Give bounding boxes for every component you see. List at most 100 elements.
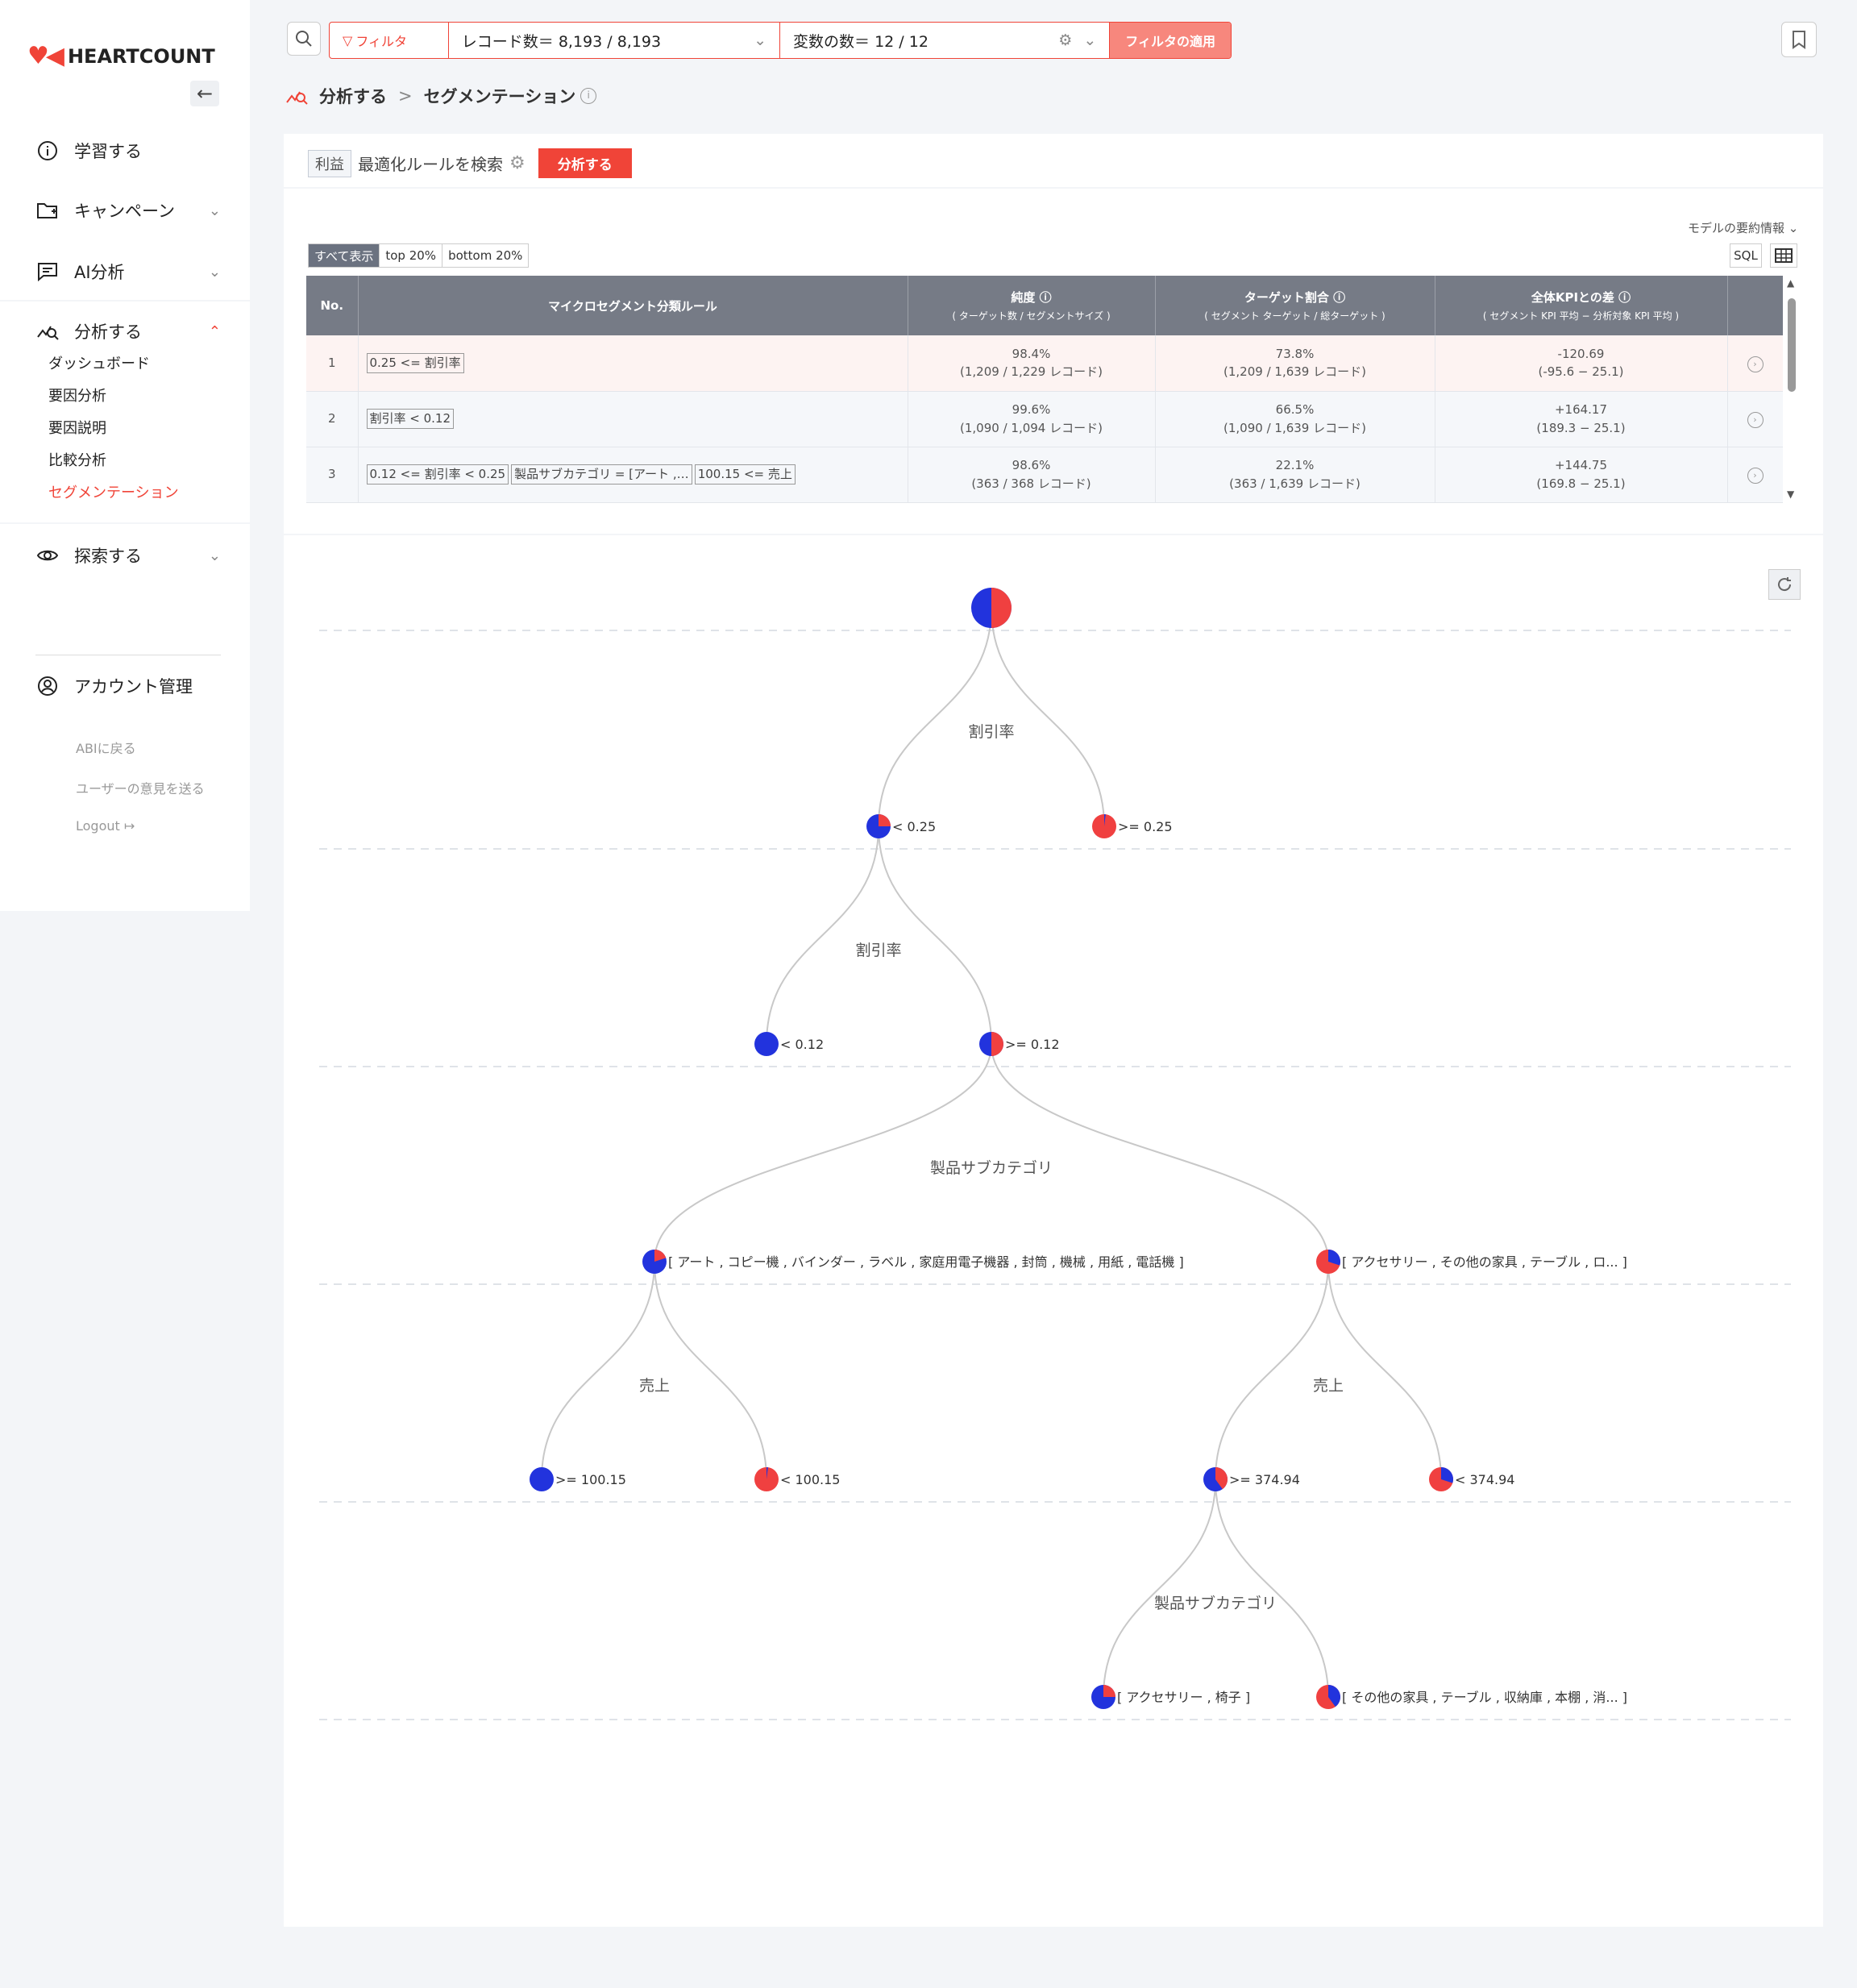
model-summary-toggle[interactable]: モデルの要約情報 ⌄ bbox=[1688, 219, 1798, 236]
col-kpi[interactable]: 全体KPIとの差 ⓘ ( セグメント KPI 平均 − 分析対象 KPI 平均 ) bbox=[1435, 276, 1728, 335]
purity-value: 98.4% bbox=[1012, 346, 1051, 361]
purity-value: 99.6% bbox=[1012, 402, 1051, 417]
row-action: › bbox=[1727, 335, 1784, 392]
breadcrumb-parent[interactable]: 分析する bbox=[319, 84, 387, 108]
row-kpi: -120.69 (-95.6 − 25.1) bbox=[1435, 335, 1728, 392]
subnav-factor-analysis[interactable]: 要因分析 bbox=[48, 385, 106, 406]
table-view-button[interactable] bbox=[1770, 243, 1797, 268]
run-analysis-button[interactable]: 分析する bbox=[538, 148, 632, 178]
tree-node[interactable]: < 100.15 bbox=[754, 1467, 840, 1491]
subnav-dashboard[interactable]: ダッシュボード bbox=[48, 352, 150, 373]
table-row[interactable]: 3 0.12 <= 割引率 < 0.25 製品サブカテゴリ = [アート ,… 10… bbox=[306, 447, 1784, 503]
subnav-segmentation[interactable]: セグメンテーション bbox=[48, 481, 179, 502]
toggle-all[interactable]: すべて表示 bbox=[309, 244, 380, 267]
nav-label: アカウント管理 bbox=[74, 677, 193, 697]
tree-node[interactable] bbox=[971, 588, 1012, 628]
row-no: 3 bbox=[306, 447, 359, 503]
kpi-value: -120.69 bbox=[1557, 346, 1605, 361]
toggle-top20[interactable]: top 20% bbox=[380, 244, 443, 267]
info-icon[interactable]: ⓘ bbox=[1618, 290, 1631, 305]
target-detail: (363 / 1,639 レコード) bbox=[1229, 476, 1361, 491]
table-scrollbar[interactable]: ▲ ▼ bbox=[1783, 276, 1801, 506]
tree-node[interactable]: >= 100.15 bbox=[530, 1467, 626, 1491]
record-count-select[interactable]: レコード数＝ 8,193 / 8,193 ⌄ bbox=[449, 23, 781, 58]
tree-node[interactable]: < 374.94 bbox=[1429, 1467, 1514, 1491]
table-row[interactable]: 1 0.25 <= 割引率 98.4% (1,209 / 1,229 レコード) … bbox=[306, 335, 1784, 392]
kpi-value: +144.75 bbox=[1554, 458, 1608, 472]
nav-item-explore[interactable]: 探索する ⌄ bbox=[35, 543, 221, 568]
chevron-right-circle-icon[interactable]: › bbox=[1747, 468, 1764, 484]
node-label: < 0.12 bbox=[780, 1037, 824, 1052]
split-label: 売上 bbox=[1313, 1377, 1344, 1395]
variable-count-select[interactable]: 変数の数＝ 12 / 12 ⚙ ⌄ bbox=[780, 23, 1111, 58]
nav-item-learn[interactable]: 学習する bbox=[35, 139, 221, 163]
tree-node[interactable]: >= 0.25 bbox=[1092, 814, 1173, 838]
target-variable-tag[interactable]: 利益 bbox=[308, 149, 351, 177]
scrollbar-thumb[interactable] bbox=[1788, 298, 1796, 392]
variable-count: 変数の数＝ 12 / 12 bbox=[793, 32, 928, 51]
row-purity: 98.4% (1,209 / 1,229 レコード) bbox=[908, 335, 1156, 392]
sql-button[interactable]: SQL bbox=[1730, 243, 1762, 268]
tree-node[interactable]: < 0.12 bbox=[754, 1032, 824, 1056]
nav-item-ai-analysis[interactable]: AI分析 ⌄ bbox=[35, 260, 221, 284]
collapse-sidebar-button[interactable]: ← bbox=[190, 81, 219, 106]
split-label: 製品サブカテゴリ bbox=[930, 1158, 1053, 1177]
filter-label: フィルタ bbox=[355, 34, 407, 49]
node-label: [ アート , コピー機 , バインダー , ラベル , 家庭用電子機器 , 封… bbox=[668, 1254, 1184, 1270]
info-icon[interactable]: ⓘ bbox=[1333, 290, 1345, 305]
tree-node[interactable]: >= 374.94 bbox=[1203, 1467, 1300, 1491]
tree-node[interactable]: [ アクセサリー , その他の家具 , テーブル , ロ... ] bbox=[1316, 1250, 1627, 1274]
search-button[interactable] bbox=[287, 22, 321, 56]
tree-node[interactable]: < 0.25 bbox=[866, 814, 936, 838]
kpi-value: +164.17 bbox=[1554, 402, 1608, 417]
apply-filter-button[interactable]: フィルタの適用 bbox=[1110, 23, 1231, 58]
tree-node[interactable]: >= 0.12 bbox=[979, 1032, 1060, 1056]
tree-node[interactable]: [ その他の家具 , テーブル , 収納庫 , 本棚 , 消... ] bbox=[1316, 1685, 1627, 1709]
tree-edge bbox=[1103, 1479, 1216, 1698]
tree-node[interactable]: [ アート , コピー機 , バインダー , ラベル , 家庭用電子機器 , 封… bbox=[642, 1250, 1184, 1274]
scroll-down-icon[interactable]: ▼ bbox=[1787, 489, 1794, 500]
row-action: › bbox=[1727, 447, 1784, 503]
toggle-bottom20[interactable]: bottom 20% bbox=[442, 244, 528, 267]
table-row[interactable]: 2 割引率 < 0.12 99.6% (1,090 / 1,094 レコード) 6… bbox=[306, 391, 1784, 447]
logout-link[interactable]: Logout ↦ bbox=[76, 818, 135, 834]
chevron-right-circle-icon[interactable]: › bbox=[1747, 356, 1764, 372]
gear-icon[interactable]: ⚙ bbox=[509, 153, 526, 173]
gear-icon[interactable]: ⚙ bbox=[1058, 31, 1072, 49]
filter-button[interactable]: ▽ フィルタ bbox=[330, 23, 449, 58]
col-purity[interactable]: 純度 ⓘ ( ターゲット数 / セグメントサイズ ) bbox=[908, 276, 1156, 335]
chevron-down-icon: ⌄ bbox=[208, 547, 221, 564]
col-rule[interactable]: マイクロセグメント分類ルール bbox=[358, 276, 908, 335]
nav-item-account[interactable]: アカウント管理 bbox=[35, 674, 221, 698]
nav-item-analyze[interactable]: 分析する ⌃ bbox=[35, 319, 221, 343]
decision-tree: 割引率割引率製品サブカテゴリ売上 売上製品サブカテゴリ< 0.25 >= 0.25<… bbox=[319, 588, 1791, 1720]
subnav-comparison[interactable]: 比較分析 bbox=[48, 449, 106, 470]
rule-tag: 100.15 <= 売上 bbox=[694, 464, 796, 485]
bookmark-button[interactable] bbox=[1781, 22, 1817, 57]
col-target-label: ターゲット割合 bbox=[1244, 290, 1329, 305]
divider bbox=[0, 522, 250, 524]
back-to-abi-link[interactable]: ABIに戻る bbox=[76, 738, 136, 757]
node-label: >= 0.12 bbox=[1005, 1037, 1060, 1052]
chevron-right-circle-icon[interactable]: › bbox=[1747, 412, 1764, 428]
row-target: 73.8% (1,209 / 1,639 レコード) bbox=[1155, 335, 1435, 392]
heart-logo-icon: ♥◀ bbox=[27, 42, 64, 70]
tree-node[interactable]: [ アクセサリー , 椅子 ] bbox=[1091, 1685, 1250, 1709]
split-label: 製品サブカテゴリ bbox=[1154, 1594, 1277, 1612]
row-rule: 0.25 <= 割引率 bbox=[358, 335, 908, 392]
feedback-link[interactable]: ユーザーの意見を送る bbox=[76, 778, 205, 797]
info-icon[interactable]: ⓘ bbox=[1040, 290, 1052, 305]
brand-name: HEARTCOUNT bbox=[67, 44, 215, 68]
scroll-up-icon[interactable]: ▲ bbox=[1787, 277, 1794, 289]
info-icon[interactable]: i bbox=[580, 88, 597, 104]
col-no[interactable]: No. bbox=[306, 276, 359, 335]
subnav-factor-explanation[interactable]: 要因説明 bbox=[48, 417, 106, 438]
chevron-up-icon: ⌃ bbox=[208, 322, 221, 340]
col-target[interactable]: ターゲット割合 ⓘ ( セグメント ターゲット / 総ターゲット ) bbox=[1155, 276, 1435, 335]
node-label: < 374.94 bbox=[1455, 1472, 1514, 1487]
brand-logo[interactable]: ♥◀ HEARTCOUNT bbox=[27, 42, 215, 70]
nav-item-campaign[interactable]: キャンペーン ⌄ bbox=[35, 198, 221, 223]
node-label: >= 374.94 bbox=[1229, 1472, 1300, 1487]
kpi-detail: (-95.6 − 25.1) bbox=[1538, 364, 1624, 380]
table-header-row: No. マイクロセグメント分類ルール 純度 ⓘ ( ターゲット数 / セグメントサ… bbox=[306, 276, 1784, 335]
